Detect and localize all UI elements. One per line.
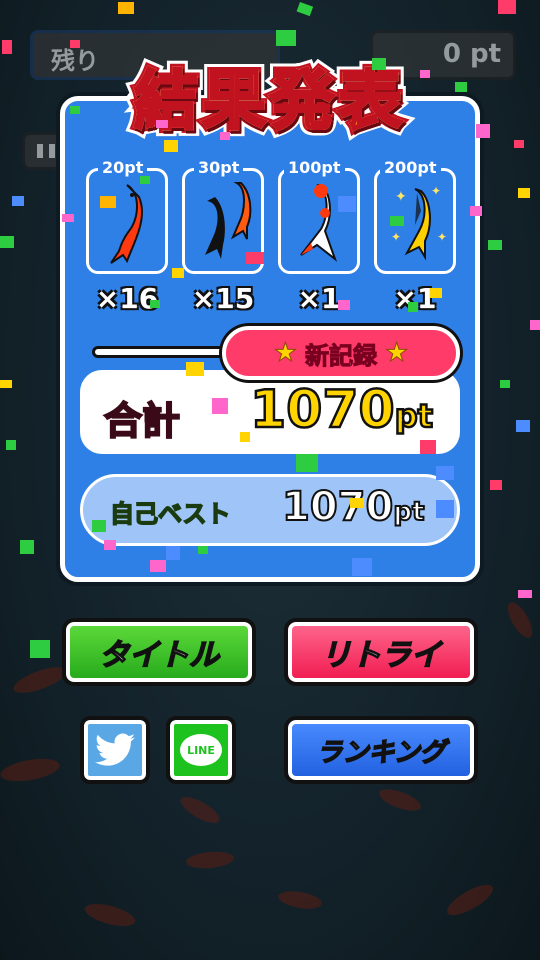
confetti-overlay <box>0 0 540 658</box>
